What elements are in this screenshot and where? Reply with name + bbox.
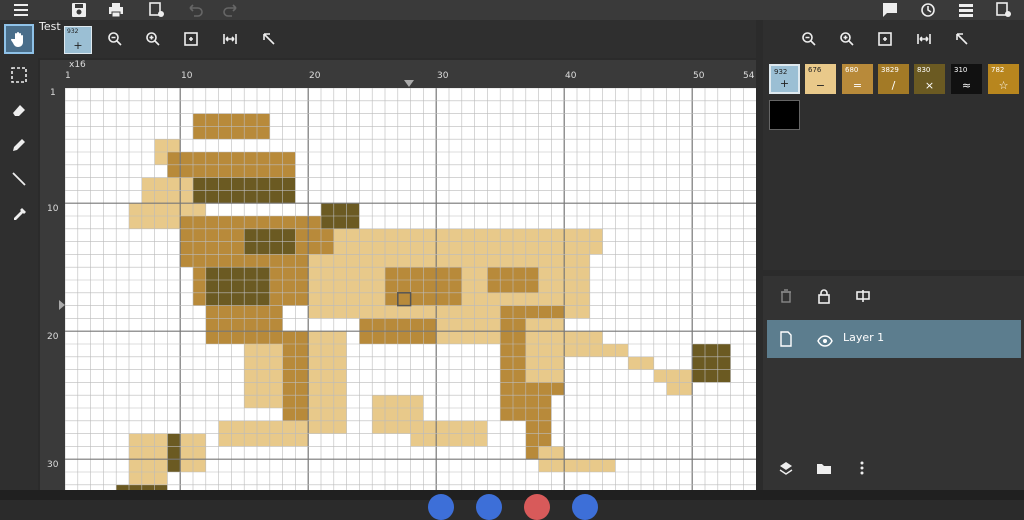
panel-zoom-out-icon[interactable] bbox=[798, 28, 820, 50]
tool-sidebar bbox=[0, 20, 38, 500]
selected-color-symbol: + bbox=[73, 39, 83, 52]
pattern-canvas[interactable] bbox=[65, 88, 756, 490]
add-folder-icon[interactable] bbox=[813, 457, 835, 479]
save-icon[interactable] bbox=[68, 0, 90, 20]
palette-name: Test bbox=[39, 20, 61, 33]
pattern-stitch bbox=[205, 267, 270, 306]
palette-swatch[interactable]: 3829 / bbox=[878, 64, 909, 94]
swatch-symbol: + bbox=[779, 77, 790, 90]
swatch-number: 830 bbox=[917, 66, 931, 74]
selected-color-swatch[interactable]: 932 + bbox=[64, 26, 92, 54]
page-settings-icon[interactable] bbox=[993, 0, 1015, 20]
ruler-left: 1 10 20 30 bbox=[40, 88, 65, 490]
eraser-icon[interactable] bbox=[4, 95, 34, 125]
ruler-label: 20 bbox=[309, 71, 321, 81]
swatch-symbol: − bbox=[815, 79, 826, 92]
top-toolbar bbox=[0, 0, 1024, 20]
file-icon bbox=[779, 331, 793, 351]
swatch-number: 932 bbox=[774, 68, 788, 76]
fit-screen-icon[interactable] bbox=[180, 28, 202, 50]
pattern-stitch bbox=[167, 433, 181, 472]
panel-fit-screen-icon[interactable] bbox=[874, 28, 896, 50]
palette-swatch[interactable]: 932 + bbox=[769, 64, 800, 94]
image-settings-icon[interactable] bbox=[146, 0, 168, 20]
zoom-out-icon[interactable] bbox=[104, 28, 126, 50]
comment-icon[interactable] bbox=[879, 0, 901, 20]
swatch-number: 3829 bbox=[881, 66, 899, 74]
ruler-marker-icon[interactable] bbox=[404, 80, 414, 87]
line-icon[interactable] bbox=[4, 164, 34, 194]
pattern-grid[interactable] bbox=[65, 88, 756, 490]
pencil-icon[interactable] bbox=[4, 130, 34, 160]
swatch-number: 310 bbox=[954, 66, 968, 74]
eyedropper-icon[interactable] bbox=[4, 200, 34, 230]
layer-name: Layer 1 bbox=[843, 331, 885, 344]
ruler-label: 30 bbox=[437, 71, 449, 81]
ruler-label: 50 bbox=[693, 71, 705, 81]
palette-swatch[interactable]: 680 = bbox=[842, 64, 873, 94]
print-icon[interactable] bbox=[105, 0, 127, 20]
delete-layer-icon[interactable] bbox=[775, 285, 797, 307]
ruler-label: 54 bbox=[743, 71, 755, 81]
palette-panel bbox=[763, 20, 1024, 270]
panel-zoom-in-icon[interactable] bbox=[836, 28, 858, 50]
undo-icon[interactable] bbox=[184, 0, 206, 20]
zoom-level: x16 bbox=[69, 60, 86, 70]
palette-swatch[interactable]: 782 ☆ bbox=[988, 64, 1019, 94]
panel-fit-width-icon[interactable] bbox=[913, 28, 935, 50]
nav-dot[interactable] bbox=[572, 494, 598, 520]
lock-layer-icon[interactable] bbox=[813, 285, 835, 307]
reset-view-icon[interactable] bbox=[258, 28, 280, 50]
palette-swatch[interactable]: 310 ≈ bbox=[951, 64, 982, 94]
bottom-bar bbox=[0, 490, 1024, 500]
pattern-stitch bbox=[231, 331, 321, 344]
swatch-symbol: ☆ bbox=[998, 79, 1009, 92]
swatch-number: 680 bbox=[845, 66, 859, 74]
more-options-icon[interactable] bbox=[851, 457, 873, 479]
pattern-stitch bbox=[692, 344, 731, 383]
ruler-label: 40 bbox=[565, 71, 577, 81]
add-layer-icon[interactable] bbox=[775, 457, 797, 479]
layers-panel bbox=[763, 276, 1024, 500]
pattern-stitch bbox=[129, 433, 168, 490]
panel-reset-view-icon[interactable] bbox=[951, 28, 973, 50]
ruler-label: 10 bbox=[181, 71, 193, 81]
ruler-label: 30 bbox=[47, 460, 59, 470]
redo-icon[interactable] bbox=[220, 0, 242, 20]
layer-row[interactable]: Layer 1 bbox=[767, 320, 1021, 358]
selected-color-number: 932 bbox=[67, 28, 79, 35]
swatch-symbol: ≈ bbox=[961, 79, 972, 92]
fit-width-icon[interactable] bbox=[219, 28, 241, 50]
swatch-number: 782 bbox=[991, 66, 1005, 74]
palette-swatch[interactable]: 830 × bbox=[914, 64, 945, 94]
palette-swatch[interactable]: 676 − bbox=[805, 64, 836, 94]
nav-dot[interactable] bbox=[524, 494, 550, 520]
swatch-symbol: = bbox=[852, 79, 863, 92]
layer-properties-icon[interactable] bbox=[852, 285, 874, 307]
swatch-symbol: / bbox=[891, 79, 896, 92]
ruler-label: 10 bbox=[47, 204, 59, 214]
nav-dot[interactable] bbox=[476, 494, 502, 520]
ruler-label: 20 bbox=[47, 332, 59, 342]
hand-icon[interactable] bbox=[4, 24, 34, 54]
pattern-stitch bbox=[244, 344, 283, 408]
list-icon[interactable] bbox=[955, 0, 977, 20]
swatch-symbol: × bbox=[924, 79, 935, 92]
swatch-number: 676 bbox=[808, 66, 822, 74]
visibility-eye-icon[interactable] bbox=[817, 332, 833, 351]
history-icon[interactable] bbox=[917, 0, 939, 20]
ruler-label: 1 bbox=[50, 88, 56, 98]
nav-dot[interactable] bbox=[428, 494, 454, 520]
select-icon[interactable] bbox=[4, 60, 34, 90]
pattern-stitch bbox=[525, 318, 565, 383]
empty-color-swatch[interactable] bbox=[769, 100, 800, 130]
zoom-in-icon[interactable] bbox=[142, 28, 164, 50]
menu-icon[interactable] bbox=[10, 0, 32, 20]
ruler-label: 1 bbox=[65, 71, 71, 81]
pattern-stitch bbox=[653, 369, 693, 383]
ruler-top: 1 10 20 30 40 50 54 bbox=[65, 70, 756, 88]
